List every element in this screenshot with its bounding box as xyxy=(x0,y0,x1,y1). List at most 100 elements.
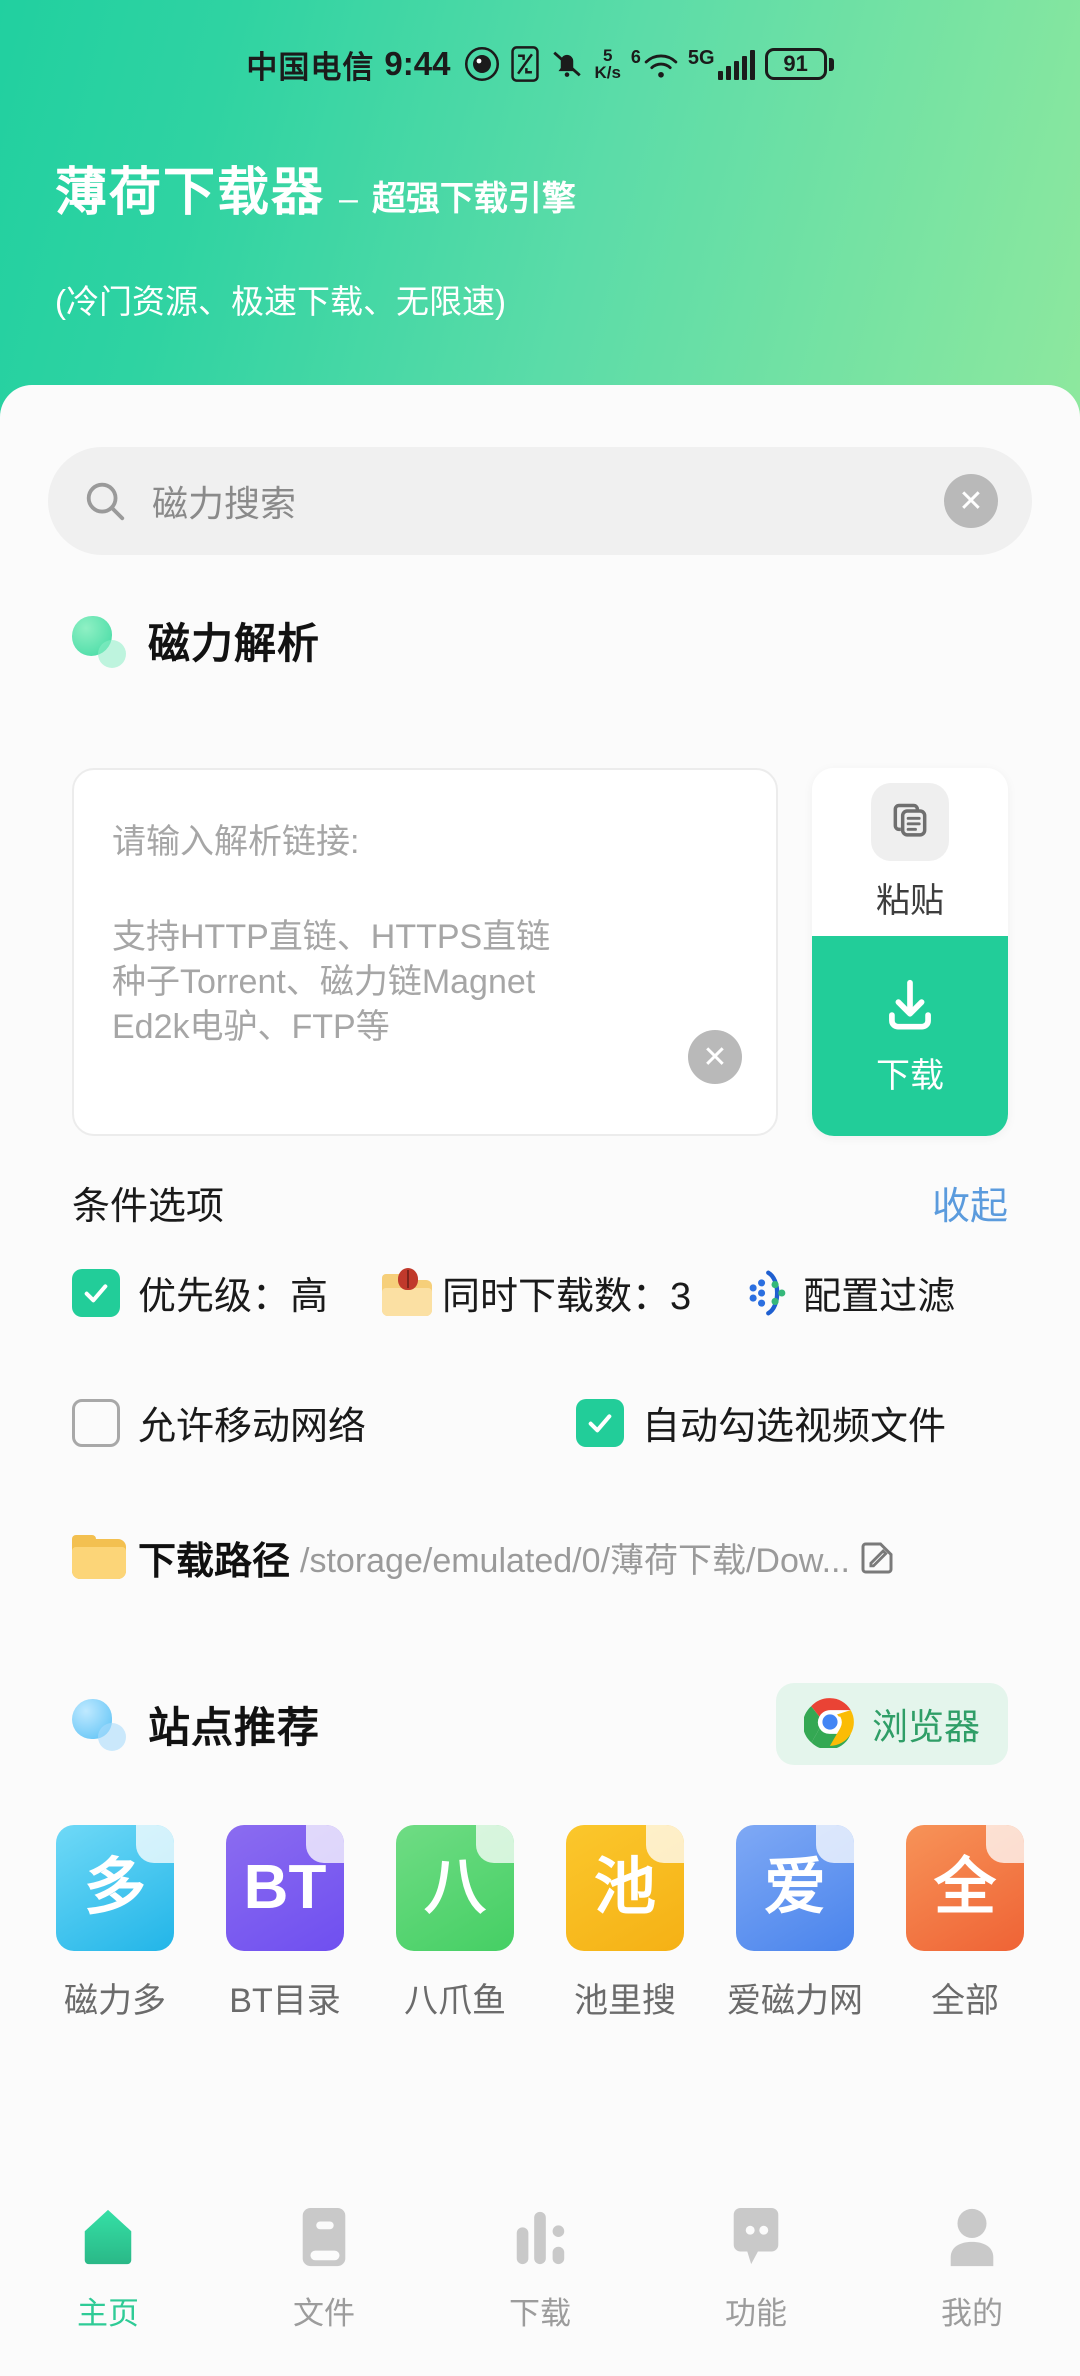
site-icon: 全 xyxy=(906,1825,1024,1951)
sites-header: 站点推荐 浏览器 xyxy=(72,1683,1008,1765)
site-glyph: BT xyxy=(243,1853,327,1922)
magnet-blob-icon xyxy=(72,614,126,668)
download-button[interactable]: 下载 xyxy=(812,936,1008,1136)
auto-select-video-label: 自动勾选视频文件 xyxy=(642,1406,947,1448)
site-name: 池里搜 xyxy=(574,1982,676,2020)
signal-bars-icon: 5G xyxy=(688,48,755,80)
eye-icon xyxy=(464,46,500,82)
site-glyph: 八 xyxy=(423,1853,486,1922)
search-clear-button[interactable]: ✕ xyxy=(944,474,998,528)
browser-button-label: 浏览器 xyxy=(871,1706,980,1747)
network-type-label: 5G xyxy=(687,47,715,69)
site-item[interactable]: BT BT目录 xyxy=(210,1825,360,2022)
download-path-value: /storage/emulated/0/薄荷下载/Dow... xyxy=(300,1542,850,1580)
parse-hint-line-3: Ed2k电驴、FTP等 xyxy=(112,1007,390,1046)
app-name: 薄荷下载器 xyxy=(55,164,326,222)
app-header: 中国电信 9:44 5 K/s 6 5G 91 薄荷下载器 – 超强下载引擎 (… xyxy=(0,0,1080,430)
site-grid: 多 磁力多 BT BT目录 八 八爪鱼 池 池里搜 爱 爱磁力网 全 全部 xyxy=(40,1825,1040,2022)
site-item[interactable]: 全 全部 xyxy=(890,1825,1040,2022)
concurrent-downloads-label[interactable]: 同时下载数：3 xyxy=(442,1265,691,1320)
parse-clear-button[interactable]: ✕ xyxy=(688,1030,742,1084)
download-button-label: 下载 xyxy=(876,1057,944,1095)
download-path-label: 下载路径 xyxy=(138,1541,291,1583)
parse-action-buttons: 粘贴 下载 xyxy=(812,768,1008,1136)
parse-hint-line-1: 支持HTTP直链、HTTPS直链 xyxy=(112,918,551,956)
tab-home[interactable]: 主页 xyxy=(0,2202,216,2333)
site-glyph: 全 xyxy=(933,1853,996,1922)
carrier-label: 中国电信 xyxy=(246,49,375,85)
site-icon: 爱 xyxy=(736,1825,854,1951)
app-tagline: 超强下载引擎 xyxy=(371,180,576,218)
wifi-badge: 6 xyxy=(630,46,641,67)
page-title: 薄荷下载器 – 超强下载引擎 xyxy=(55,150,576,225)
battery-level: 91 xyxy=(764,48,827,80)
site-glyph: 多 xyxy=(83,1853,146,1922)
options-collapse-link[interactable]: 收起 xyxy=(932,1175,1008,1230)
tab-downloads[interactable]: 下载 xyxy=(432,2202,648,2333)
file-icon xyxy=(293,2202,355,2272)
tab-features[interactable]: 功能 xyxy=(648,2202,864,2333)
netspeed-icon: 5 K/s xyxy=(594,47,620,81)
parse-link-textarea[interactable]: 请输入解析链接: 支持HTTP直链、HTTPS直链 种子Torrent、磁力链M… xyxy=(72,768,778,1136)
site-item[interactable]: 多 磁力多 xyxy=(40,1825,190,2022)
bottom-navigation: 主页 文件 下载 功能 我的 xyxy=(0,2180,1080,2376)
site-glyph: 爱 xyxy=(763,1853,826,1922)
site-name: 全部 xyxy=(931,1982,999,2020)
download-bars-icon xyxy=(509,2202,571,2272)
options-row-2: 允许移动网络 自动勾选视频文件 xyxy=(72,1395,1008,1450)
magnet-parse-row: 请输入解析链接: 支持HTTP直链、HTTPS直链 种子Torrent、磁力链M… xyxy=(72,768,1008,1136)
sites-title-group: 站点推荐 xyxy=(72,1694,320,1755)
status-bar: 中国电信 9:44 5 K/s 6 5G 91 xyxy=(0,38,1080,90)
site-item[interactable]: 八 八爪鱼 xyxy=(380,1825,530,2022)
configure-filter-label[interactable]: 配置过滤 xyxy=(803,1265,955,1320)
options-title: 条件选项 xyxy=(72,1186,225,1228)
site-icon: 八 xyxy=(396,1825,514,1951)
site-icon: BT xyxy=(226,1825,344,1951)
tab-downloads-label: 下载 xyxy=(509,2296,571,2331)
nfc-icon xyxy=(510,46,540,82)
site-icon: 多 xyxy=(56,1825,174,1951)
edit-pencil-icon[interactable] xyxy=(856,1537,898,1579)
parse-input-label: 请输入解析链接: xyxy=(112,823,360,861)
tab-files[interactable]: 文件 xyxy=(216,2202,432,2333)
tab-profile-label: 我的 xyxy=(941,2296,1003,2331)
tab-features-label: 功能 xyxy=(725,2296,787,2331)
status-time: 9:44 xyxy=(384,45,451,82)
section-header-magnet-parse: 磁力解析 xyxy=(72,610,320,671)
download-path-row[interactable]: 下载路径 /storage/emulated/0/薄荷下载/Dow... xyxy=(72,1530,1008,1585)
allow-mobile-network-label: 允许移动网络 xyxy=(138,1406,367,1448)
tab-profile[interactable]: 我的 xyxy=(864,2202,1080,2333)
wifi-icon: 6 xyxy=(631,47,678,82)
site-name: BT目录 xyxy=(229,1982,341,2020)
signal-bars xyxy=(717,50,755,80)
paste-button-label: 粘贴 xyxy=(876,881,944,920)
folder-icon xyxy=(72,1534,128,1581)
auto-select-video-checkbox[interactable] xyxy=(576,1398,625,1447)
title-dash: – xyxy=(339,180,358,218)
droplet-icon xyxy=(72,1697,126,1751)
download-icon xyxy=(877,975,943,1042)
filter-icon xyxy=(743,1266,797,1320)
site-item[interactable]: 池 池里搜 xyxy=(550,1825,700,2022)
person-icon xyxy=(941,2202,1003,2272)
home-icon xyxy=(77,2202,139,2272)
tab-files-label: 文件 xyxy=(293,2296,355,2331)
allow-mobile-network-checkbox[interactable] xyxy=(72,1398,120,1447)
netspeed-unit: K/s xyxy=(594,63,621,82)
battery-tip xyxy=(828,57,834,71)
chrome-icon xyxy=(802,1696,856,1753)
netspeed-value: 5 xyxy=(602,46,613,65)
site-name: 磁力多 xyxy=(64,1982,166,2020)
site-item[interactable]: 爱 爱磁力网 xyxy=(720,1825,870,2022)
search-input[interactable]: 磁力搜索 ✕ xyxy=(48,447,1032,555)
paste-button[interactable]: 粘贴 xyxy=(812,768,1008,936)
mute-bell-icon xyxy=(550,47,584,81)
search-placeholder: 磁力搜索 xyxy=(152,483,297,524)
priority-label: 优先级：高 xyxy=(138,1276,329,1318)
folder-bug-icon xyxy=(380,1266,434,1320)
main-content-panel: 磁力搜索 ✕ 磁力解析 请输入解析链接: 支持HTTP直链、HTTPS直链 种子… xyxy=(0,385,1080,2376)
browser-button[interactable]: 浏览器 xyxy=(775,1683,1008,1765)
site-icon: 池 xyxy=(566,1825,684,1951)
magnet-parse-title: 磁力解析 xyxy=(148,620,321,667)
priority-checkbox[interactable] xyxy=(72,1268,120,1317)
